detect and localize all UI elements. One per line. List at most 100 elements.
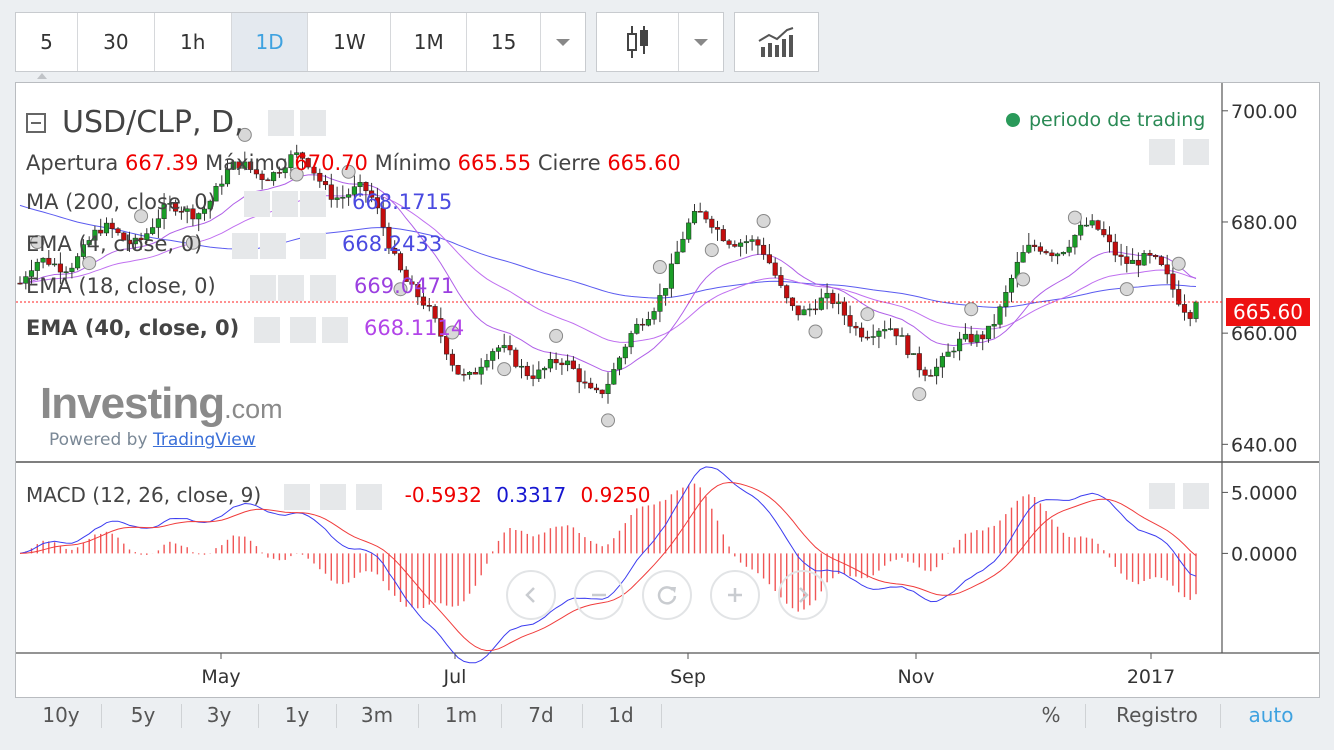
candle-body <box>812 308 819 311</box>
range-10y-button[interactable]: 10y <box>29 700 93 732</box>
close-icon[interactable] <box>300 233 326 259</box>
interval-1d-button[interactable]: 1D <box>231 13 309 71</box>
time-tick-label: May <box>201 666 240 688</box>
candle-body <box>634 323 640 334</box>
macd-tick-label: 5.0000 <box>1231 482 1297 504</box>
candle-body <box>714 227 721 230</box>
close-icon[interactable] <box>322 317 348 343</box>
range-7d-button[interactable]: 7d <box>509 700 573 732</box>
candle-body <box>507 345 513 351</box>
auto-scale-button[interactable]: auto <box>1235 700 1307 732</box>
candle-body <box>720 229 726 242</box>
gear-icon[interactable] <box>319 483 346 510</box>
range-1m-button[interactable]: 1m <box>429 700 493 732</box>
indicators-button[interactable] <box>735 13 818 71</box>
range-1d-button[interactable]: 1d <box>589 700 653 732</box>
candle-body <box>939 356 945 368</box>
zoom-in-button[interactable] <box>710 570 760 620</box>
interval-5-button[interactable]: 5 <box>16 13 78 71</box>
chart-type-button[interactable] <box>597 13 679 71</box>
scroll-right-button[interactable] <box>778 570 828 620</box>
candle-body <box>616 357 623 370</box>
interval-30-button[interactable]: 30 <box>78 13 155 71</box>
indicators-icon <box>757 27 793 57</box>
interval-15-button[interactable]: 15 <box>467 13 542 71</box>
scroll-left-button[interactable] <box>506 570 556 620</box>
eye-icon[interactable] <box>283 483 310 510</box>
candle-body <box>726 240 732 245</box>
high-value: 670.70 <box>294 151 368 175</box>
candle-body <box>346 194 352 198</box>
candle-body <box>518 365 525 368</box>
candle-body <box>455 365 461 375</box>
time-tick-label: Nov <box>897 666 934 688</box>
scroll-down-icon[interactable] <box>1149 139 1175 165</box>
eye-icon[interactable] <box>232 233 258 259</box>
gear-icon[interactable] <box>260 233 286 259</box>
minus-icon <box>592 593 606 597</box>
candle-body <box>910 353 917 355</box>
gear-icon[interactable] <box>299 109 326 136</box>
range-5y-button[interactable]: 5y <box>111 700 175 732</box>
collapse-toolbar-icon[interactable] <box>33 70 51 82</box>
candle-body <box>864 336 870 339</box>
gear-icon[interactable] <box>272 191 298 217</box>
log-scale-button[interactable]: Registro <box>1097 700 1217 732</box>
chevron-left-icon <box>525 587 535 603</box>
candle-body <box>1083 224 1090 227</box>
gear-icon[interactable] <box>290 317 316 343</box>
low-value: 665.55 <box>457 151 532 175</box>
interval-1h-button[interactable]: 1h <box>155 13 232 71</box>
eye-icon[interactable] <box>250 275 276 301</box>
candle-body <box>882 329 888 332</box>
candle-body <box>1078 224 1084 236</box>
gear-icon[interactable] <box>278 275 304 301</box>
interval-dropdown-button[interactable] <box>541 13 585 71</box>
candle-body <box>501 345 507 349</box>
candle-body <box>155 218 161 228</box>
close-icon[interactable] <box>300 191 326 217</box>
candle-body <box>853 325 859 329</box>
chevron-right-icon <box>799 587 809 603</box>
scroll-up-icon[interactable] <box>1149 483 1175 509</box>
interval-1w-button[interactable]: 1W <box>308 13 392 71</box>
tradingview-link[interactable]: TradingView <box>153 430 256 450</box>
ma200-value: 668.1715 <box>352 190 453 214</box>
range-3m-button[interactable]: 3m <box>345 700 409 732</box>
candle-body <box>1147 253 1153 256</box>
candle-body <box>322 181 329 186</box>
reset-zoom-button[interactable] <box>642 570 692 620</box>
close-icon[interactable] <box>310 275 336 301</box>
collapse-legend-icon[interactable] <box>26 112 46 133</box>
percent-scale-button[interactable]: % <box>1033 700 1069 732</box>
chart-frame[interactable]: 700.00 680.00 660.00 640.00 5.0000 0.0000 May… <box>15 82 1320 698</box>
reset-icon <box>657 586 677 605</box>
reorder-icon[interactable] <box>1183 139 1209 165</box>
range-3y-button[interactable]: 3y <box>187 700 251 732</box>
range-1y-button[interactable]: 1y <box>265 700 329 732</box>
range-separator <box>418 704 419 728</box>
candle-body <box>974 334 980 343</box>
candle-body <box>420 296 427 306</box>
candle-body <box>887 328 894 330</box>
eye-icon[interactable] <box>267 109 294 136</box>
trading-period-indicator[interactable]: periodo de trading <box>1006 109 1205 131</box>
interval-1m-button[interactable]: 1M <box>391 13 468 71</box>
chart-type-dropdown-button[interactable] <box>679 13 723 71</box>
candle-body <box>1020 252 1026 263</box>
candle-body <box>109 222 115 229</box>
candle-body <box>957 338 963 352</box>
zoom-out-button[interactable] <box>574 570 624 620</box>
ma200-label: MA (200, close, 0) <box>26 190 216 214</box>
candle-body <box>52 263 58 266</box>
candle-body <box>17 282 23 285</box>
eye-icon[interactable] <box>244 191 270 217</box>
candle-body <box>472 372 478 375</box>
eye-icon[interactable] <box>254 317 280 343</box>
close-label: Cierre <box>537 151 601 175</box>
open-value: 667.39 <box>124 151 199 175</box>
close-icon[interactable] <box>356 483 383 510</box>
watermark-brand-suffix: .com <box>224 394 283 424</box>
reorder-icon[interactable] <box>1183 483 1209 509</box>
candle-body <box>449 353 455 366</box>
